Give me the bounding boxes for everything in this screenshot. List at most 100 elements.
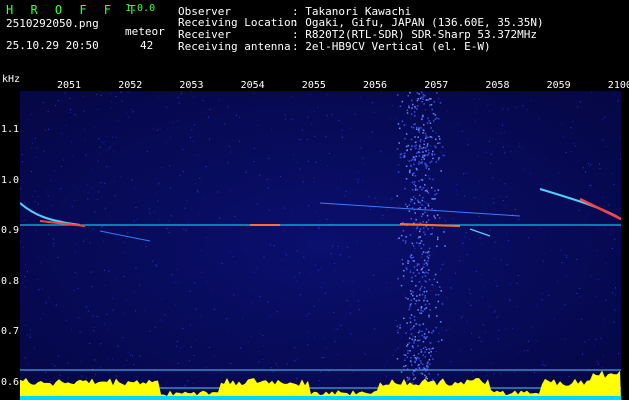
noise-dot [584, 341, 586, 343]
band-dot [400, 371, 403, 373]
noise-dot [343, 280, 345, 282]
band-dot [406, 109, 408, 112]
noise-dot [344, 195, 346, 197]
noise-dot [193, 355, 195, 356]
noise-dot [506, 264, 508, 266]
noise-dot [102, 226, 104, 228]
noise-dot [183, 228, 185, 230]
noise-dot [198, 213, 200, 215]
band-dot [419, 162, 422, 164]
noise-dot [245, 172, 247, 173]
noise-dot [155, 193, 157, 195]
noise-dot [360, 147, 362, 149]
band-dot [408, 105, 410, 107]
noise-dot [104, 182, 106, 184]
noise-dot [314, 119, 316, 121]
noise-dot [478, 181, 480, 183]
noise-dot [329, 153, 331, 155]
band-dot [419, 139, 422, 141]
noise-dot [298, 139, 300, 141]
noise-dot [531, 326, 533, 328]
noise-dot [386, 360, 388, 362]
noise-dot [360, 97, 362, 99]
noise-dot [461, 241, 463, 243]
band-dot [415, 218, 417, 221]
band-dot [412, 374, 415, 376]
noise-dot [185, 200, 187, 201]
band-dot [405, 178, 408, 180]
noise-dot [193, 96, 195, 98]
band-dot [413, 340, 415, 342]
noise-dot [340, 325, 342, 327]
noise-dot [196, 190, 198, 192]
band-dot [435, 327, 437, 329]
band-dot [421, 91, 423, 94]
noise-dot [93, 330, 95, 332]
noise-dot [339, 380, 341, 382]
x-tick-label: 2051 [57, 80, 82, 91]
band-dot [420, 240, 423, 242]
band-dot [420, 349, 422, 351]
band-dot [423, 308, 426, 311]
noise-dot [538, 118, 540, 120]
noise-dot [326, 94, 328, 96]
band-dot [424, 162, 426, 165]
noise-dot [581, 318, 583, 320]
band-dot [421, 293, 424, 296]
noise-dot [128, 116, 130, 118]
noise-dot [117, 120, 119, 122]
band-dot [413, 145, 416, 148]
noise-dot [455, 189, 457, 191]
noise-dot [226, 318, 228, 320]
band-dot [425, 307, 428, 309]
noise-dot [502, 246, 504, 247]
y-tick-label: 0.6 [1, 377, 20, 388]
noise-dot [20, 241, 22, 243]
noise-dot [232, 256, 234, 258]
noise-dot [318, 220, 320, 222]
noise-dot [24, 219, 26, 221]
noise-dot [157, 184, 159, 186]
band-dot [403, 124, 406, 126]
noise-dot [263, 256, 265, 258]
band-dot [398, 237, 400, 239]
band-dot [421, 276, 424, 278]
band-dot [434, 217, 436, 219]
band-dot [424, 164, 427, 166]
noise-dot [69, 97, 71, 99]
band-dot [431, 154, 434, 156]
band-dot [423, 231, 425, 233]
band-dot [425, 376, 428, 378]
noise-dot [102, 141, 104, 143]
band-dot [421, 215, 423, 218]
noise-dot [100, 182, 102, 184]
noise-dot [362, 181, 364, 183]
band-dot [441, 146, 444, 148]
noise-dot [612, 292, 614, 294]
noise-dot [370, 209, 371, 210]
band-dot [413, 315, 416, 318]
noise-dot [170, 187, 171, 189]
band-dot [415, 368, 417, 370]
band-dot [429, 104, 431, 106]
noise-dot [588, 185, 590, 187]
noise-dot [159, 127, 161, 129]
band-dot [416, 92, 419, 94]
band-dot [415, 144, 417, 147]
noise-dot [61, 133, 63, 135]
noise-dot [201, 272, 203, 273]
noise-dot [87, 192, 89, 194]
band-dot [411, 113, 413, 115]
noise-dot [357, 179, 359, 181]
band-dot [420, 312, 423, 315]
band-dot [416, 226, 419, 228]
band-dot [402, 263, 404, 265]
noise-dot [299, 272, 301, 274]
band-dot [419, 287, 422, 290]
noise-dot [467, 144, 469, 146]
noise-dot [518, 390, 520, 392]
noise-dot [455, 272, 457, 274]
band-dot [422, 132, 424, 134]
noise-dot [259, 332, 261, 334]
noise-dot [597, 227, 599, 229]
